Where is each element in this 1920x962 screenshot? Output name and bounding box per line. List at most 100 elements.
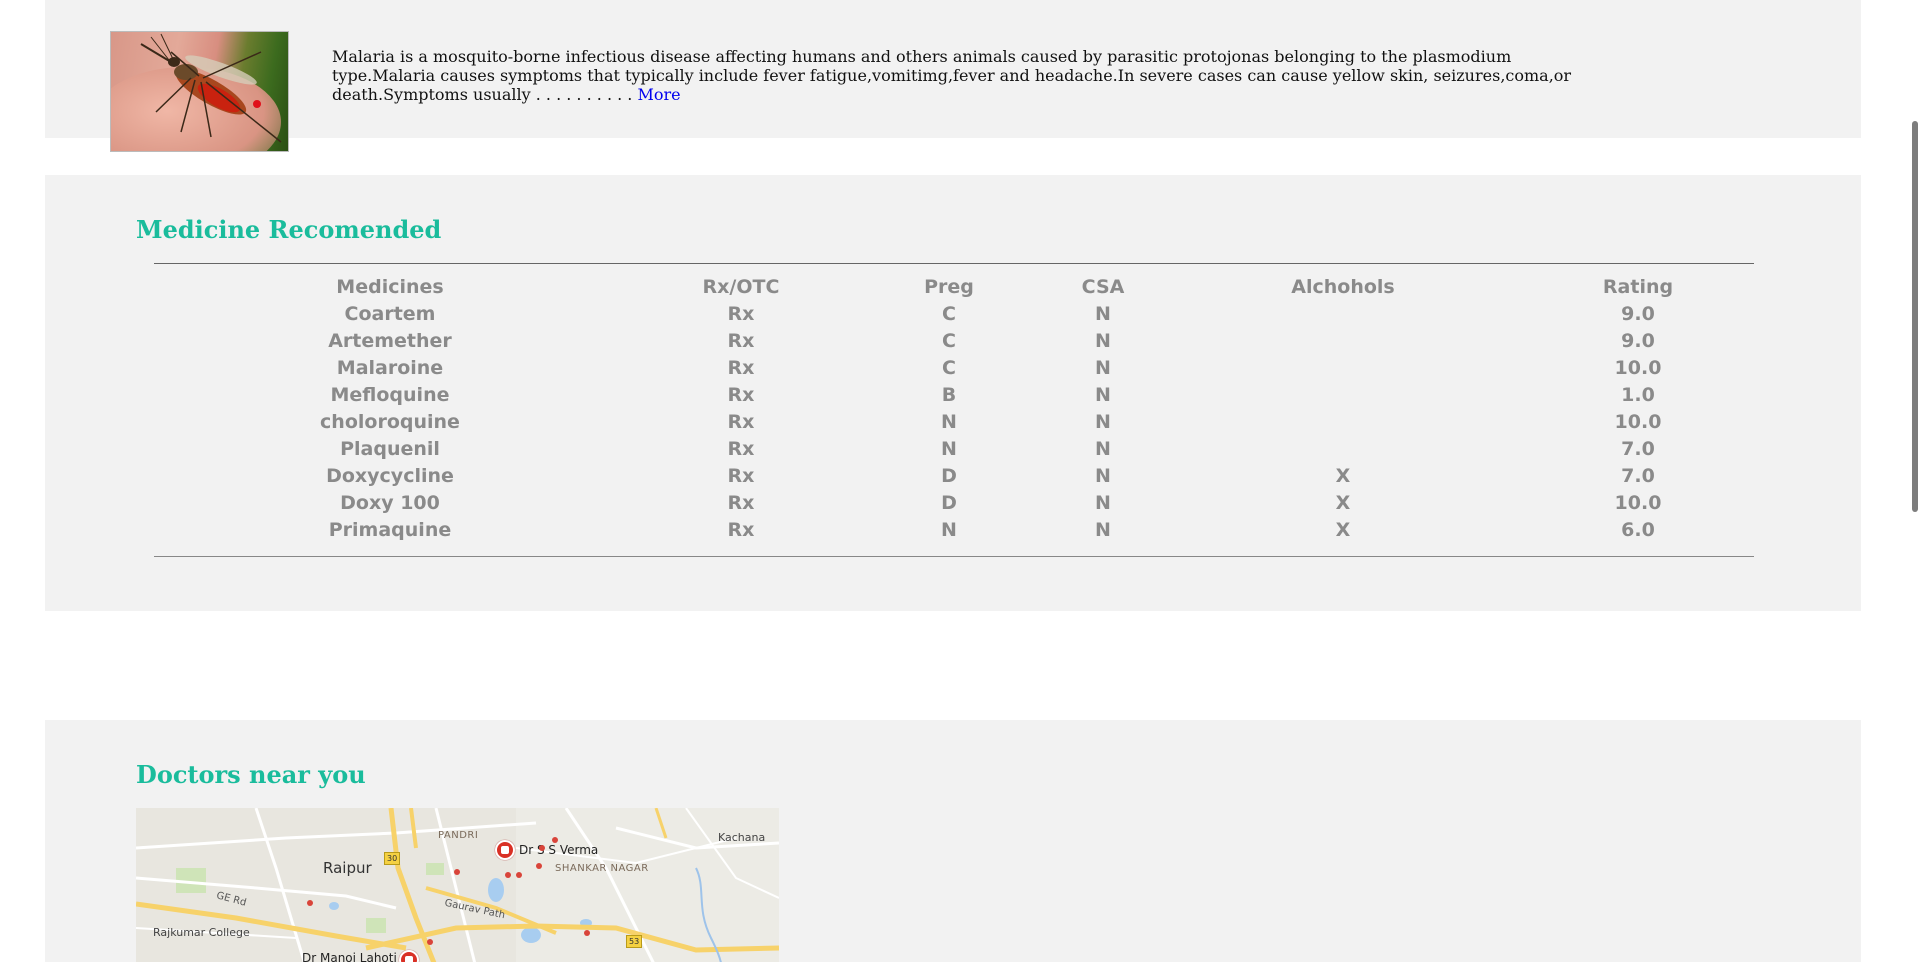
doctors-map[interactable]: Raipur PANDRI SHANKAR NAGAR Kachana GE R…: [136, 808, 779, 962]
column-header-alchohols: Alchohols: [1291, 276, 1395, 298]
csa-cell: N: [1095, 465, 1111, 487]
table-row: choloroquine Rx N N 10.0: [154, 409, 1754, 436]
preg-cell: C: [942, 330, 956, 352]
map-poi-dot: [584, 930, 590, 936]
csa-cell: N: [1095, 303, 1111, 325]
rating-cell: 1.0: [1621, 384, 1655, 406]
column-header-medicines: Medicines: [336, 276, 444, 298]
rating-cell: 7.0: [1621, 438, 1655, 460]
scrollbar-thumb[interactable]: [1912, 121, 1918, 512]
map-area-label: SHANKAR NAGAR: [555, 863, 649, 874]
medicine-name: Coartem: [344, 303, 436, 325]
preg-cell: B: [941, 384, 957, 406]
rx-otc-cell: Rx: [727, 357, 755, 379]
csa-cell: N: [1095, 330, 1111, 352]
alchohols-cell: X: [1335, 519, 1351, 541]
table-row: Mefloquine Rx B N 1.0: [154, 382, 1754, 409]
medicine-name: Doxycycline: [326, 465, 454, 487]
table-row: Artemether Rx C N 9.0: [154, 328, 1754, 355]
medicine-name: Mefloquine: [330, 384, 450, 406]
csa-cell: N: [1095, 357, 1111, 379]
doctors-panel: Doctors near you Raipur PANDRI SHANKAR N…: [45, 720, 1861, 962]
table-row: Doxy 100 Rx D N X 10.0: [154, 490, 1754, 517]
road-shield: 30: [384, 852, 401, 865]
mosquito-image: [110, 31, 289, 152]
preg-cell: D: [941, 492, 957, 514]
column-header-csa: CSA: [1081, 276, 1125, 298]
csa-cell: N: [1095, 384, 1111, 406]
map-poi-dot: [516, 872, 522, 878]
rating-cell: 9.0: [1621, 303, 1655, 325]
rx-otc-cell: Rx: [727, 384, 755, 406]
csa-cell: N: [1095, 411, 1111, 433]
medicine-name: Malaroine: [336, 357, 444, 379]
doctor-marker-label[interactable]: Dr S S Verma: [519, 843, 598, 857]
alchohols-cell: [1164, 436, 1522, 463]
csa-cell: N: [1095, 492, 1111, 514]
table-row: Doxycycline Rx D N X 7.0: [154, 463, 1754, 490]
rx-otc-cell: Rx: [727, 303, 755, 325]
map-city-label: Raipur: [323, 859, 372, 877]
medicine-name: Primaquine: [328, 519, 452, 541]
medicine-table: Medicines Rx/OTC Preg CSA Alchohols Rati…: [154, 263, 1754, 557]
table-row: Malaroine Rx C N 10.0: [154, 355, 1754, 382]
alchohols-cell: X: [1335, 465, 1351, 487]
alchohols-cell: [1164, 301, 1522, 328]
table-row: Primaquine Rx N N X 6.0: [154, 517, 1754, 557]
map-area-label: Kachana: [718, 831, 766, 844]
preg-cell: C: [942, 357, 956, 379]
csa-cell: N: [1095, 438, 1111, 460]
medicine-panel: Medicine Recomended Medicines Rx/OTC Pre…: [45, 175, 1861, 611]
doctor-marker-label[interactable]: Dr Manoj Lahoti: [302, 951, 397, 962]
medicine-name: choloroquine: [320, 411, 460, 433]
page: Malaria is a mosquito-borne infectious d…: [0, 0, 1920, 962]
alchohols-cell: [1164, 409, 1522, 436]
map-poi-dot: [536, 863, 542, 869]
rx-otc-cell: Rx: [727, 492, 755, 514]
medicine-name: Artemether: [328, 330, 452, 352]
description-text: Malaria is a mosquito-borne infectious d…: [332, 47, 1572, 104]
rating-cell: 9.0: [1621, 330, 1655, 352]
table-header-row: Medicines Rx/OTC Preg CSA Alchohols Rati…: [154, 264, 1754, 302]
alchohols-cell: [1164, 328, 1522, 355]
alchohols-cell: [1164, 382, 1522, 409]
rating-cell: 10.0: [1614, 492, 1662, 514]
column-header-preg: Preg: [924, 276, 974, 298]
map-poi-dot: [539, 845, 545, 851]
column-header-rx-otc: Rx/OTC: [702, 276, 780, 298]
map-poi-dot: [454, 869, 460, 875]
rx-otc-cell: Rx: [727, 438, 755, 460]
map-place-label: Rajkumar College: [153, 926, 250, 939]
map-area-label: PANDRI: [438, 830, 479, 841]
rx-otc-cell: Rx: [727, 411, 755, 433]
rating-cell: 10.0: [1614, 357, 1662, 379]
rx-otc-cell: Rx: [727, 465, 755, 487]
map-poi-dot: [505, 872, 511, 878]
medicine-name: Doxy 100: [340, 492, 440, 514]
alchohols-cell: X: [1335, 492, 1351, 514]
map-poi-dot: [307, 900, 313, 906]
map-poi-dot: [552, 837, 558, 843]
table-row: Plaquenil Rx N N 7.0: [154, 436, 1754, 463]
doctor-marker-icon[interactable]: [495, 840, 515, 860]
preg-cell: N: [941, 519, 957, 541]
column-header-rating: Rating: [1602, 276, 1674, 298]
table-row: Coartem Rx C N 9.0: [154, 301, 1754, 328]
rating-cell: 7.0: [1621, 465, 1655, 487]
preg-cell: N: [941, 411, 957, 433]
rx-otc-cell: Rx: [727, 519, 755, 541]
alchohols-cell: [1164, 355, 1522, 382]
rating-cell: 10.0: [1614, 411, 1662, 433]
preg-cell: N: [941, 438, 957, 460]
medicine-section-title: Medicine Recomended: [136, 215, 442, 244]
csa-cell: N: [1095, 519, 1111, 541]
preg-cell: C: [942, 303, 956, 325]
more-link[interactable]: More: [637, 85, 680, 104]
road-shield: 53: [626, 935, 643, 948]
doctors-section-title: Doctors near you: [136, 760, 366, 789]
preg-cell: D: [941, 465, 957, 487]
rating-cell: 6.0: [1621, 519, 1655, 541]
medicine-name: Plaquenil: [340, 438, 440, 460]
disease-description: Malaria is a mosquito-borne infectious d…: [332, 47, 1602, 104]
rx-otc-cell: Rx: [727, 330, 755, 352]
